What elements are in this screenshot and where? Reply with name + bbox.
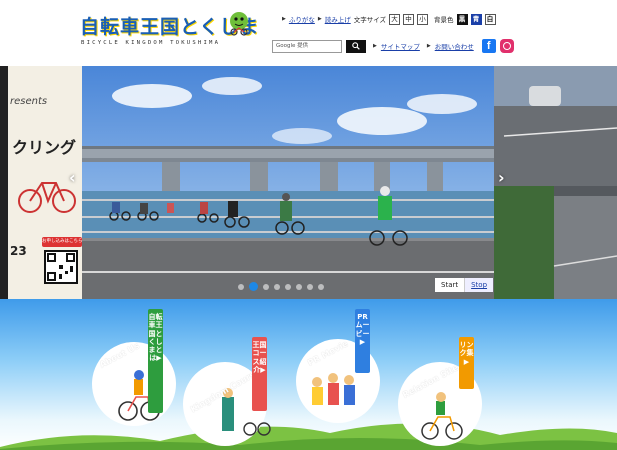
carousel-dot[interactable]: [238, 283, 244, 290]
triangle-icon: ▶: [317, 16, 322, 22]
sitemap-link[interactable]: サイトマップ: [381, 41, 420, 51]
slide-text: resents: [10, 96, 48, 107]
furigana-link[interactable]: ふりがな: [289, 14, 315, 24]
qr-code: [44, 250, 78, 284]
bg-white-button[interactable]: 白: [484, 13, 496, 25]
about-us-tag[interactable]: 自転車王国とくしまとは▶: [148, 309, 163, 413]
accessibility-toolbar: ▶ ふりがな ▶ 読み上げ 文字サイズ 大 中 小 背景色 黒 青 白: [282, 12, 496, 26]
cycling-photo: [82, 66, 494, 299]
carousel-next-arrow[interactable]: ›: [498, 168, 505, 187]
search-button[interactable]: [346, 39, 366, 53]
site-header: 自転車王国とくしま BICYCLE KINGDOM TOKUSHIMA ▶ ふり…: [0, 0, 617, 64]
carousel-start-button[interactable]: Start: [435, 278, 465, 292]
instagram-icon[interactable]: [499, 39, 514, 53]
relation-site-tag[interactable]: リンク集▶: [459, 337, 474, 389]
carousel-dot[interactable]: [263, 283, 269, 290]
triangle-icon: ▶: [373, 43, 377, 49]
carousel-dots: [238, 282, 324, 291]
font-size-label: 文字サイズ: [353, 16, 387, 24]
pr-movie-tag[interactable]: PRムービー▶: [355, 309, 370, 373]
carousel-dot[interactable]: [285, 283, 291, 290]
parking-photo: [494, 66, 617, 299]
page: 自転車王国とくしま BICYCLE KINGDOM TOKUSHIMA ▶ ふり…: [0, 0, 617, 450]
search-input[interactable]: Google 提供: [272, 39, 342, 53]
logo-subtitle: BICYCLE KINGDOM TOKUSHIMA: [81, 40, 221, 46]
hero-carousel: resents クリング 23 お申し込みはこちら ‹ › Start Stop: [0, 66, 617, 299]
triangle-icon: ▶: [426, 43, 431, 49]
site-logo[interactable]: 自転車王国とくしま BICYCLE KINGDOM TOKUSHIMA: [80, 10, 258, 54]
kingdom-courses-tag[interactable]: 王国コース紹介▶: [252, 337, 267, 411]
carousel-controls: Start Stop: [435, 278, 494, 292]
search-icon: [352, 42, 360, 50]
bg-blue-button[interactable]: 青: [470, 13, 482, 25]
read-aloud-link[interactable]: 読み上げ: [325, 14, 351, 24]
font-size-medium-button[interactable]: 中: [403, 13, 415, 25]
font-size-large-button[interactable]: 大: [389, 13, 401, 25]
slide-text: 23: [10, 244, 27, 258]
feature-banners: About Us 自転車王国とくしまとは▶ Kingdom Courses 王国…: [0, 299, 617, 450]
triangle-icon: ▶: [282, 16, 286, 22]
carousel-dot[interactable]: [307, 283, 313, 290]
search-and-links: Google 提供 ▶ サイトマップ ▶ お問い合わせ f: [272, 38, 514, 54]
bg-black-button[interactable]: 黒: [456, 13, 468, 25]
carousel-stop-button[interactable]: Stop: [464, 278, 494, 292]
facebook-icon[interactable]: f: [481, 39, 496, 53]
carousel-dot-active[interactable]: [249, 282, 258, 291]
mascot-icon: [230, 12, 248, 36]
carousel-slide-current[interactable]: [82, 66, 494, 299]
carousel-slide-next: [494, 66, 617, 299]
carousel-dot[interactable]: [296, 283, 302, 290]
apply-badge: お申し込みはこちら: [42, 237, 82, 247]
banner-background: [0, 339, 617, 450]
carousel-prev-arrow[interactable]: ‹: [69, 168, 76, 187]
slide-text: クリング: [12, 138, 77, 157]
carousel-dot[interactable]: [318, 283, 324, 290]
carousel-dot[interactable]: [274, 283, 280, 290]
bg-color-label: 背景色: [434, 16, 454, 24]
contact-link[interactable]: お問い合わせ: [435, 41, 474, 51]
pr-illustration: [312, 373, 355, 405]
font-size-small-button[interactable]: 小: [417, 13, 429, 25]
